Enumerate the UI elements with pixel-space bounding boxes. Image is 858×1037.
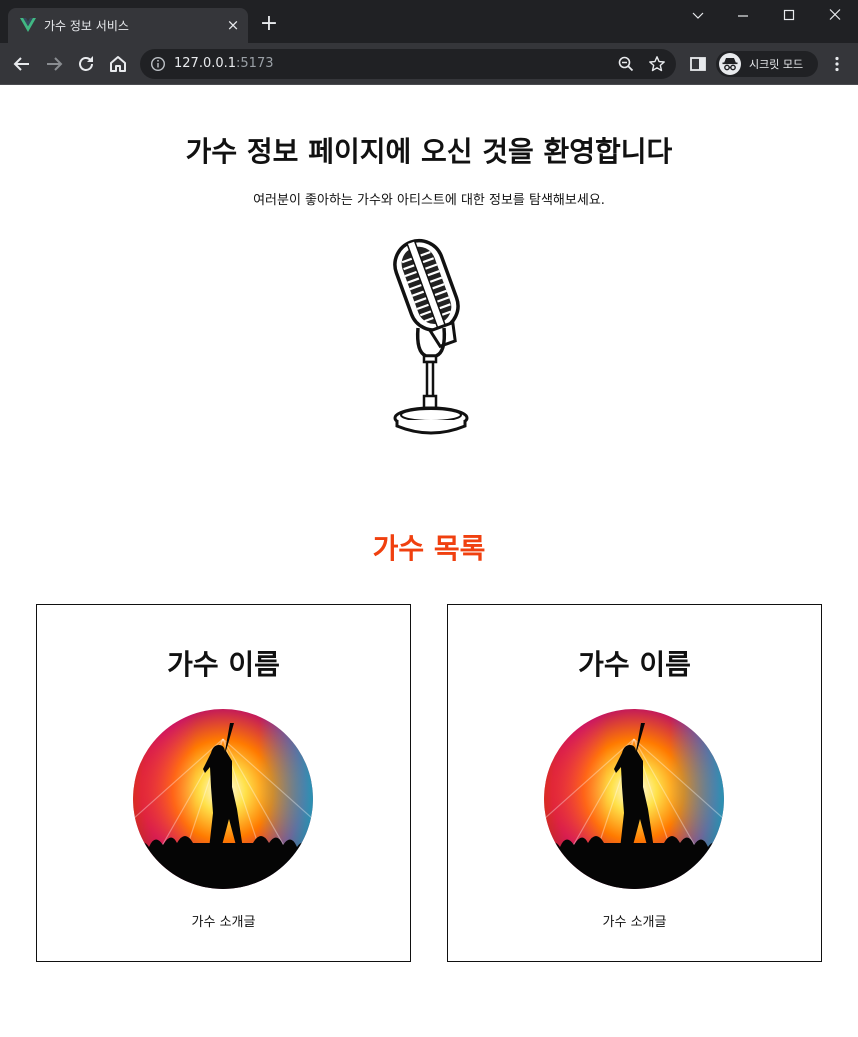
home-icon[interactable]	[106, 52, 130, 76]
singer-name: 가수 이름	[578, 648, 691, 681]
minimize-icon[interactable]	[728, 4, 758, 26]
singer-description: 가수 소개글	[191, 915, 256, 930]
tab-search-chevron-down-icon[interactable]	[683, 4, 713, 26]
singer-name: 가수 이름	[167, 648, 280, 681]
new-tab-button[interactable]: +	[258, 13, 280, 36]
microphone-image	[393, 238, 469, 435]
incognito-icon	[719, 53, 741, 75]
browser-tab[interactable]: 가수 정보 서비스 ×	[8, 8, 248, 43]
singer-card[interactable]: 가수 이름 가수 소개글	[447, 604, 822, 962]
tab-title: 가수 정보 서비스	[44, 19, 129, 33]
vue-logo-icon	[20, 18, 36, 32]
reload-icon[interactable]	[74, 52, 98, 76]
info-icon[interactable]	[150, 56, 166, 72]
address-bar[interactable]: 127.0.0.1:5173	[140, 49, 676, 79]
star-icon[interactable]	[648, 55, 666, 73]
zoom-icon[interactable]	[617, 55, 635, 73]
side-panel-icon[interactable]	[689, 55, 707, 73]
window-close-icon[interactable]	[820, 4, 850, 26]
back-arrow-icon[interactable]	[10, 52, 34, 76]
page-title: 가수 정보 페이지에 오신 것을 환영합니다	[185, 135, 673, 168]
url-host: 127.0.0.1	[174, 56, 237, 71]
page-content: 가수 정보 페이지에 오신 것을 환영합니다 여러분이 좋아하는 가수와 아티스…	[0, 86, 858, 1037]
tab-close-icon[interactable]: ×	[224, 16, 242, 34]
singer-description: 가수 소개글	[602, 915, 667, 930]
browser-titlebar: 가수 정보 서비스 × +	[0, 0, 858, 43]
singer-list-title: 가수 목록	[372, 532, 486, 565]
singer-image	[133, 709, 313, 889]
singer-image	[544, 709, 724, 889]
singer-card[interactable]: 가수 이름 가수 소개글	[36, 604, 411, 962]
url-text[interactable]: 127.0.0.1:5173	[174, 56, 274, 71]
incognito-profile-button[interactable]: 시크릿 모드	[716, 51, 818, 77]
page-subtitle: 여러분이 좋아하는 가수와 아티스트에 대한 정보를 탐색해보세요.	[253, 193, 605, 208]
forward-arrow-icon[interactable]	[42, 52, 66, 76]
incognito-label: 시크릿 모드	[749, 58, 804, 71]
url-port: :5173	[236, 56, 274, 71]
browser-toolbar: 127.0.0.1:5173 시크릿 모드	[0, 43, 858, 85]
menu-dots-icon[interactable]	[828, 55, 846, 73]
maximize-icon[interactable]	[774, 4, 804, 26]
